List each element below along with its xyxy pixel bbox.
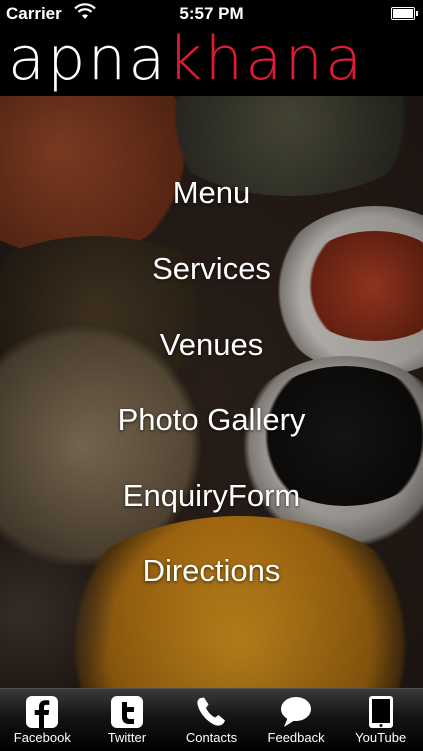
app-logo: apnakhana — [8, 28, 365, 96]
header: apnakhana — [0, 28, 423, 96]
tab-contacts[interactable]: Contacts — [169, 689, 254, 751]
menu-item-directions[interactable]: Directions — [0, 549, 423, 593]
battery-icon — [391, 7, 418, 20]
menu-item-photo-gallery[interactable]: Photo Gallery — [0, 398, 423, 442]
menu-item-services[interactable]: Services — [0, 247, 423, 291]
menu-item-enquiry-form[interactable]: EnquiryForm — [0, 474, 423, 518]
tab-label-twitter: Twitter — [107, 730, 147, 745]
phone-icon — [197, 697, 226, 726]
facebook-icon — [26, 696, 59, 728]
status-time: 5:57 PM — [179, 4, 244, 23]
menu-item-venues[interactable]: Venues — [0, 323, 423, 367]
tab-label-youtube: YouTube — [355, 730, 407, 745]
tab-label-facebook: Facebook — [13, 730, 71, 745]
logo-text-apna: apna — [8, 24, 168, 94]
logo-text-khana: khana — [167, 24, 365, 94]
speech-bubble-icon — [281, 697, 312, 727]
main-menu: Menu Services Venues Photo Gallery Enqui… — [0, 96, 423, 688]
menu-item-menu[interactable]: Menu — [0, 171, 423, 215]
bottom-tab-bar: Facebook Twitter Contacts Feedback YouTu… — [0, 688, 423, 751]
tab-youtube[interactable]: YouTube — [338, 689, 423, 751]
tab-twitter[interactable]: Twitter — [85, 689, 170, 751]
tablet-icon — [368, 696, 393, 728]
twitter-icon — [110, 696, 143, 728]
tab-label-contacts: Contacts — [185, 730, 238, 745]
tab-feedback[interactable]: Feedback — [254, 689, 339, 751]
tab-label-feedback: Feedback — [267, 730, 325, 745]
tab-facebook[interactable]: Facebook — [0, 689, 85, 751]
